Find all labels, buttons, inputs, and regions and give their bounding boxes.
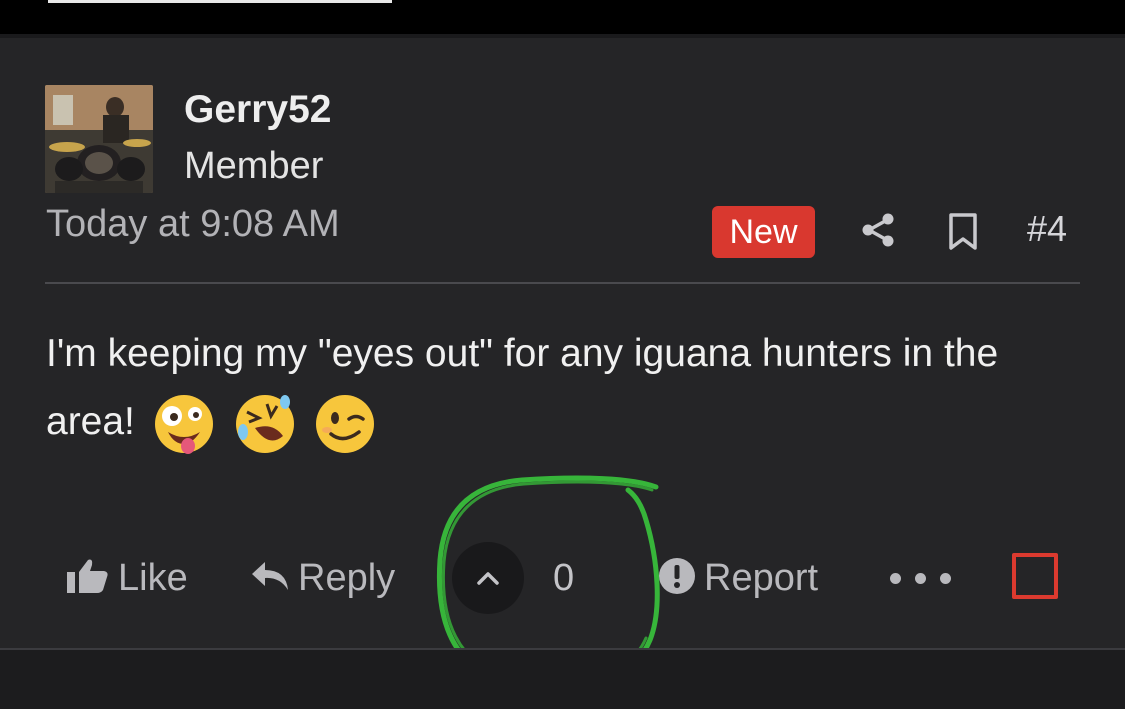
report-label: Report <box>704 557 819 599</box>
forum-post: Gerry52 Member Today at 9:08 AM New #4 I… <box>0 38 1125 648</box>
exclamation-circle-icon <box>659 557 695 594</box>
header-divider <box>45 282 1080 284</box>
thumbs-up-icon <box>67 559 108 593</box>
vote-count: 0 <box>553 557 575 599</box>
upvote-button[interactable] <box>452 542 524 614</box>
reply-label: Reply <box>298 557 396 599</box>
post-timestamp[interactable]: Today at 9:08 AM <box>46 203 340 246</box>
winking-face-emoji-icon <box>316 394 375 453</box>
zany-face-emoji-icon <box>154 394 213 454</box>
user-role: Member <box>184 145 324 187</box>
reply-button[interactable]: Reply <box>250 554 395 602</box>
chevron-up-icon <box>477 572 499 585</box>
rolling-laughing-emoji-icon <box>235 394 294 453</box>
top-bar <box>0 0 1125 34</box>
avatar-photo <box>45 85 153 193</box>
post-number-link[interactable]: #4 <box>1027 208 1067 250</box>
new-badge: New <box>712 206 815 258</box>
post-actions: Like Reply 0 Report <box>0 538 1125 618</box>
post-separator <box>0 648 1125 650</box>
avatar[interactable] <box>45 85 153 193</box>
next-post-area <box>0 648 1125 709</box>
like-label: Like <box>118 557 188 599</box>
bookmark-icon[interactable] <box>946 212 980 252</box>
report-button[interactable]: Report <box>658 554 818 602</box>
select-checkbox[interactable] <box>1012 553 1058 599</box>
active-tab-indicator <box>48 0 392 3</box>
like-button[interactable]: Like <box>66 554 188 602</box>
post-body: I'm keeping my "eyes out" for any iguana… <box>46 320 1086 456</box>
share-icon[interactable] <box>860 212 896 248</box>
reply-arrow-icon <box>252 561 288 590</box>
username[interactable]: Gerry52 <box>184 88 331 132</box>
more-dots-icon[interactable] <box>886 570 958 586</box>
